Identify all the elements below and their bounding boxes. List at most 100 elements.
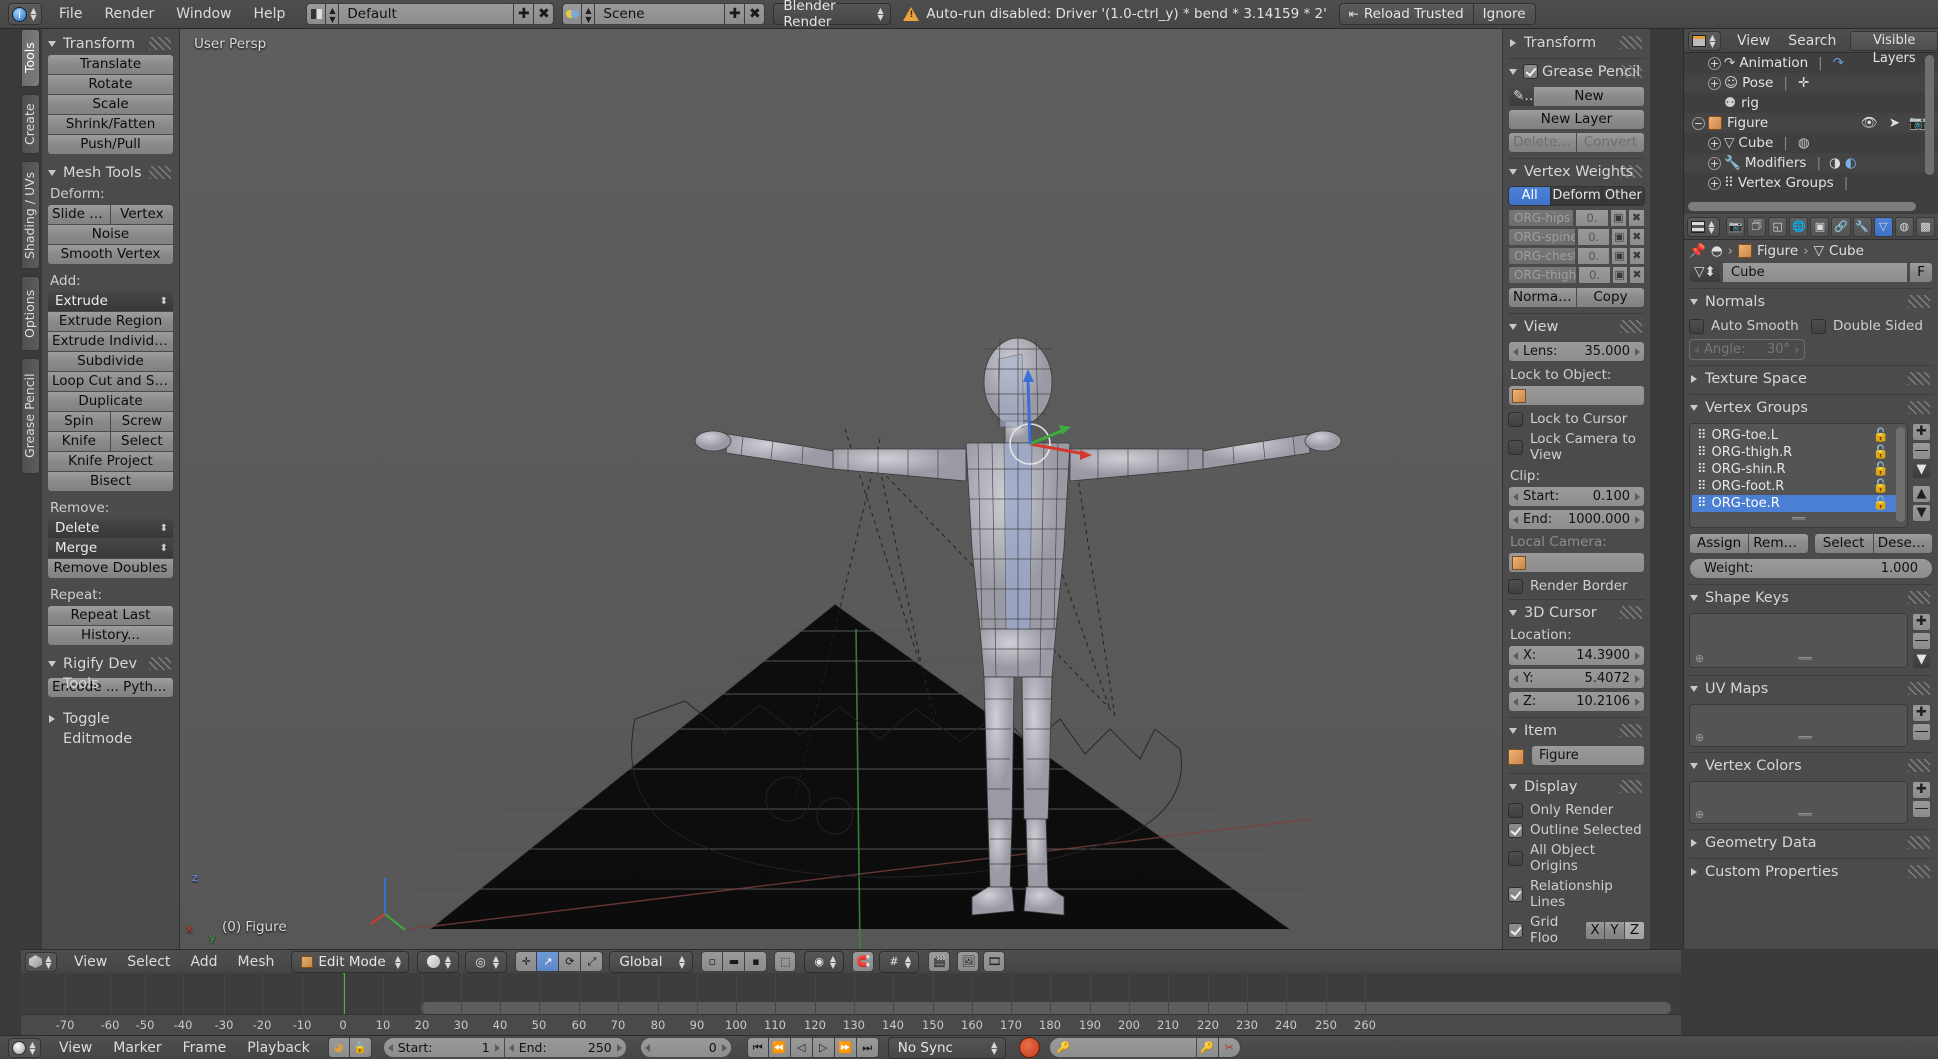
menu-file[interactable]: File bbox=[48, 1, 93, 28]
weight-value[interactable]: 0. bbox=[1575, 209, 1609, 227]
vertex-group-item[interactable]: ⠿ ORG-shin.R 🔓 bbox=[1692, 461, 1905, 478]
outliner-menu-search[interactable]: Search bbox=[1780, 30, 1844, 52]
extrude-region-button[interactable]: Extrude Region bbox=[47, 311, 174, 332]
grid-axis-y[interactable]: Y bbox=[1605, 920, 1625, 940]
knife-project-button[interactable]: Knife Project bbox=[47, 451, 174, 472]
outliner-editor-type-selector[interactable]: ▲ ▼ bbox=[1688, 30, 1721, 51]
outliner-horizontal-scrollbar[interactable] bbox=[1688, 202, 1916, 211]
custom-properties-header[interactable]: Custom Properties bbox=[1689, 862, 1933, 882]
armature-modifier-icon[interactable]: ◐ bbox=[1845, 155, 1857, 171]
outliner-row-rig[interactable]: ⚉ rig bbox=[1684, 93, 1938, 113]
tool-tab-tools[interactable]: Tools bbox=[21, 29, 40, 87]
outliner-row-pose[interactable]: + ☺ Pose | ✛ bbox=[1684, 73, 1938, 93]
current-frame-field[interactable]: 0 bbox=[639, 1037, 732, 1058]
viewport-menu-mesh[interactable]: Mesh bbox=[229, 951, 284, 973]
bisect-button[interactable]: Bisect bbox=[47, 471, 174, 492]
add-vertex-color-icon[interactable]: ⊕ bbox=[1695, 808, 1704, 821]
camera-icon[interactable]: 📷 bbox=[1909, 115, 1926, 131]
subsurf-modifier-icon[interactable]: ◑ bbox=[1829, 155, 1841, 171]
filter-other[interactable]: Other bbox=[1601, 186, 1646, 206]
delete-weight-icon[interactable]: ✖ bbox=[1628, 266, 1646, 284]
3d-viewport[interactable]: User Persp (0) Figure y x z bbox=[180, 29, 1502, 949]
scale-button[interactable]: Scale bbox=[47, 94, 174, 115]
vertex-group-item[interactable]: ⠿ ORG-thigh.R 🔓 bbox=[1692, 444, 1905, 461]
screen-layout-icon[interactable] bbox=[306, 3, 327, 25]
convert-button[interactable]: Convert bbox=[1577, 132, 1645, 153]
lens-field[interactable]: Lens: 35.000 bbox=[1508, 341, 1645, 362]
edge-select-mode-icon[interactable]: ▬ bbox=[723, 951, 746, 972]
next-keyframe-icon[interactable]: ⏩ bbox=[834, 1037, 857, 1058]
move-vertex-group-up-button[interactable]: ▲ bbox=[1912, 485, 1931, 503]
rigify-dev-tools-header[interactable]: Rigify Dev Tools bbox=[47, 654, 174, 692]
jump-to-end-icon[interactable]: ⏭ bbox=[856, 1037, 879, 1058]
delete-screen-layout-icon[interactable]: ✖ bbox=[534, 3, 555, 25]
lock-to-cursor-checkbox[interactable] bbox=[1508, 411, 1523, 427]
timeline-menu-marker[interactable]: Marker bbox=[104, 1037, 170, 1059]
outliner-row-cube[interactable]: + ▽ Cube | ◍ bbox=[1684, 133, 1938, 153]
previous-keyframe-icon[interactable]: ⏪ bbox=[768, 1037, 791, 1058]
remove-keying-set-icon[interactable]: ✂ bbox=[1218, 1037, 1241, 1058]
remove-shape-key-button[interactable]: ― bbox=[1912, 632, 1931, 650]
datablock-name-field[interactable]: Cube bbox=[1722, 262, 1908, 283]
timeline-ruler[interactable]: -70 -60 -50 -40 -30 -20 -10 0 10 20 30 40 50 60 70 80 90… bbox=[21, 974, 1681, 1035]
vertex-group-specials-button[interactable]: ▼ bbox=[1912, 461, 1931, 479]
uv-maps-list[interactable]: ⊕ ══ bbox=[1689, 704, 1908, 747]
new-layer-button[interactable]: New Layer bbox=[1508, 109, 1645, 130]
material-icon[interactable]: ◍ bbox=[1798, 135, 1810, 151]
scene-name[interactable]: Scene bbox=[595, 3, 726, 25]
copy-weights-button[interactable]: Copy bbox=[1577, 287, 1645, 308]
lock-camera-to-view-checkbox[interactable] bbox=[1508, 439, 1523, 455]
snap-magnet-icon[interactable]: 🧲 bbox=[852, 951, 875, 972]
vertex-group-item-selected[interactable]: ⠿ ORG-toe.R 🔓 bbox=[1692, 495, 1905, 512]
delete-weight-icon[interactable]: ✖ bbox=[1628, 209, 1645, 227]
auto-smooth-checkbox[interactable] bbox=[1689, 318, 1704, 334]
interaction-mode-selector[interactable]: Edit Mode ▲ ▼ bbox=[291, 950, 410, 973]
extrude-select[interactable]: Extrude bbox=[47, 291, 174, 312]
list-resize-grip[interactable]: ══ bbox=[1799, 731, 1812, 744]
remove-uv-map-button[interactable]: ― bbox=[1912, 723, 1931, 741]
add-keying-set-icon[interactable]: 🔑 bbox=[1196, 1037, 1219, 1058]
tool-tab-options[interactable]: Options bbox=[21, 276, 40, 351]
lock-to-object-field[interactable] bbox=[1508, 385, 1645, 406]
weight-value[interactable]: 0. bbox=[1577, 228, 1611, 246]
fake-user-button[interactable]: F bbox=[1909, 262, 1933, 283]
viewport-shading-selector[interactable]: ▲ ▼ bbox=[417, 950, 460, 973]
outliner-row-modifiers[interactable]: + 🔧 Modifiers | ◑ ◐ bbox=[1684, 153, 1938, 173]
mesh-datablock-icon[interactable]: ▽⬍ bbox=[1689, 262, 1721, 283]
grease-pencil-new-button[interactable]: New bbox=[1534, 86, 1645, 107]
spin-button[interactable]: Spin bbox=[47, 411, 111, 432]
screen-layout-name[interactable]: Default bbox=[339, 3, 515, 25]
view-section-header[interactable]: View bbox=[1508, 317, 1645, 337]
shrink-fatten-button[interactable]: Shrink/Fatten bbox=[47, 114, 174, 135]
slide-edge-button[interactable]: Slide Ed bbox=[47, 204, 111, 225]
geometry-data-header[interactable]: Geometry Data bbox=[1689, 833, 1933, 853]
screen-layout-spinner[interactable]: ▲ ▼ bbox=[326, 3, 340, 25]
transform-orientation-selector[interactable]: Global ▲ ▼ bbox=[609, 950, 694, 973]
loop-cut-and-slide-button[interactable]: Loop Cut and Slide bbox=[47, 371, 174, 392]
render-border-checkbox[interactable] bbox=[1508, 578, 1523, 594]
reload-trusted-button[interactable]: ⇤ Reload Trusted bbox=[1338, 3, 1474, 25]
vertex-group-item[interactable]: ⠿ ORG-toe.L 🔓 bbox=[1692, 427, 1905, 444]
transform-npanel-header[interactable]: Transform bbox=[1508, 33, 1645, 53]
properties-editor-type-selector[interactable]: ▲ ▼ bbox=[1687, 216, 1720, 237]
filter-deform[interactable]: Deform bbox=[1551, 186, 1602, 206]
vertex-slide-button[interactable]: Vertex bbox=[110, 204, 174, 225]
timeline-menu-frame[interactable]: Frame bbox=[174, 1037, 236, 1059]
scene-spinner[interactable]: ▲ ▼ bbox=[582, 3, 596, 25]
add-uv-map-button[interactable]: ✚ bbox=[1912, 704, 1931, 722]
action-icon[interactable]: ↷ bbox=[1833, 55, 1844, 71]
merge-select[interactable]: Merge bbox=[47, 538, 174, 559]
opengl-render-anim-icon[interactable]: 🎞 bbox=[983, 951, 1006, 972]
timeline-horizontal-scrollbar[interactable] bbox=[421, 1002, 1671, 1014]
filter-all[interactable]: All bbox=[1508, 186, 1552, 206]
translate-button[interactable]: Translate bbox=[47, 54, 174, 75]
normalize-button[interactable]: Normalize bbox=[1508, 287, 1577, 308]
tab-modifiers[interactable]: 🔧 bbox=[1852, 216, 1872, 237]
expand-icon[interactable]: + bbox=[1708, 156, 1721, 170]
vertex-weights-header[interactable]: Vertex Weights bbox=[1508, 162, 1645, 182]
screw-button[interactable]: Screw bbox=[110, 411, 174, 432]
move-vertex-group-down-button[interactable]: ▼ bbox=[1912, 504, 1931, 522]
play-icon[interactable]: ▷ bbox=[812, 1037, 835, 1058]
lock-icon[interactable]: 🔓 bbox=[1873, 496, 1889, 512]
delete-select[interactable]: Delete bbox=[47, 518, 174, 539]
